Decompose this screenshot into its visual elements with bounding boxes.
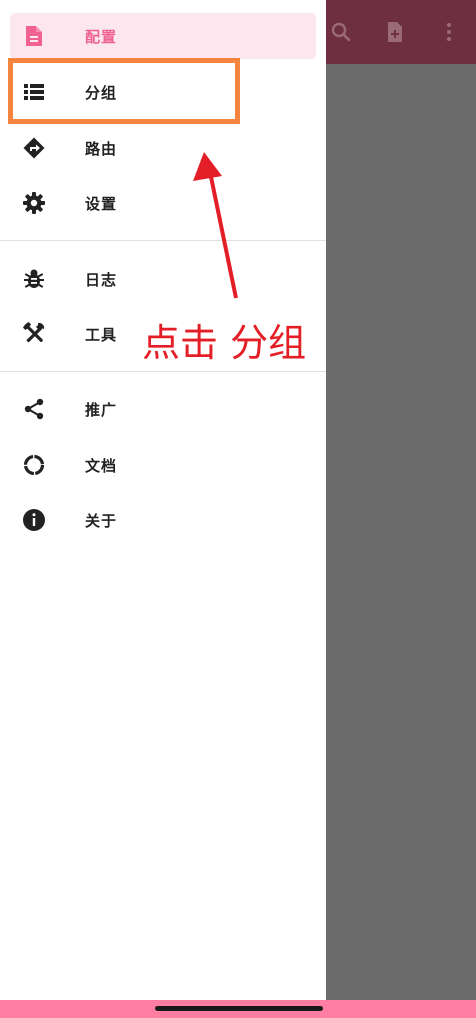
annotation-text: 点击 分组 (142, 321, 307, 365)
annotation-arrow-icon (193, 152, 238, 299)
home-indicator[interactable] (155, 1006, 323, 1011)
